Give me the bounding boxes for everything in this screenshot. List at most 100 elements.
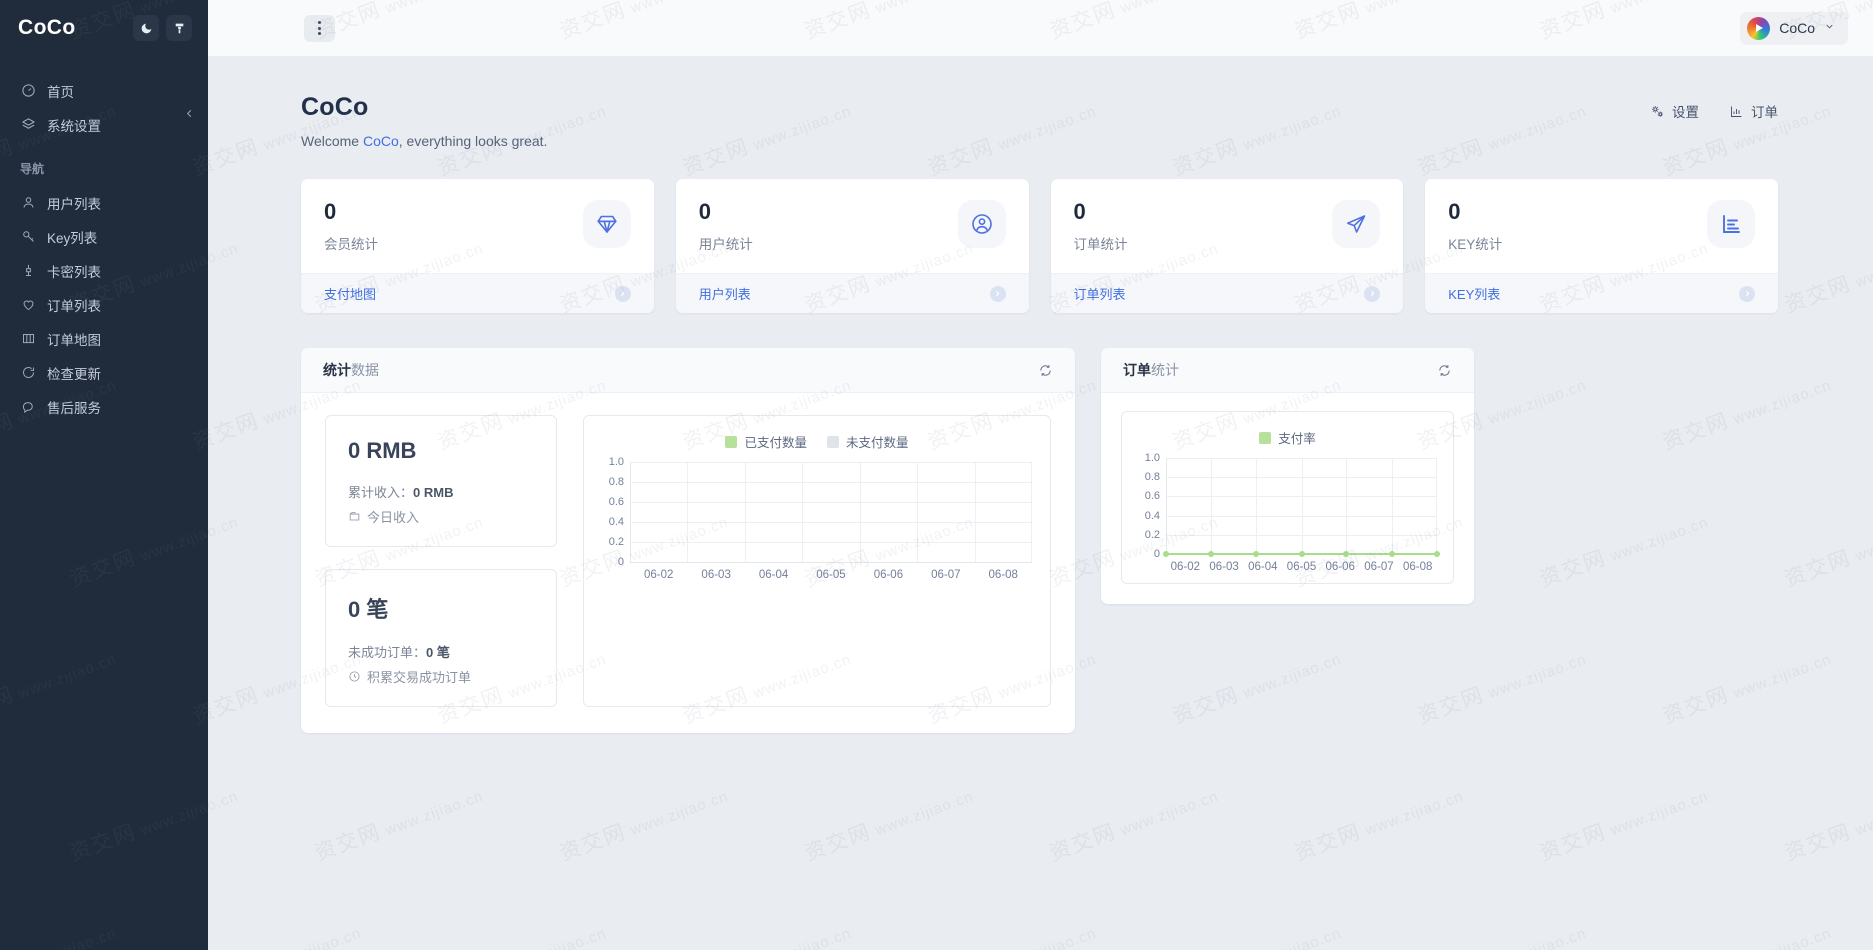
line-chart-plot: 1.0 0.8 0.6 0.4 0.2 0	[1134, 458, 1441, 554]
user-menu[interactable]: CoCo	[1740, 12, 1848, 45]
stat-card-orders: 0 订单统计 订单列表	[1051, 179, 1404, 313]
paint-brush-icon	[173, 22, 186, 35]
y-tick: 0.8	[1134, 471, 1160, 483]
x-tick: 06-04	[1243, 561, 1282, 573]
income-subtotal-value: 0 RMB	[413, 485, 453, 500]
legend-label: 支付率	[1278, 428, 1316, 447]
sidebar-item-system-settings[interactable]: 系统设置	[0, 108, 208, 141]
line-chart-legend: 支付率	[1134, 428, 1441, 447]
stat-card-body: 0 会员统计	[301, 179, 654, 273]
sidebar-item-label: 订单列表	[47, 295, 101, 315]
refresh-icon[interactable]	[1038, 363, 1053, 378]
x-tick: 06-08	[975, 569, 1032, 581]
stat-cards: 0 会员统计 支付地图 0 用户统计	[208, 149, 1873, 313]
orders-panel-title-rest: 统计	[1151, 362, 1179, 378]
line-chart-x-labels: 06-02 06-03 06-04 06-05 06-06 06-07 06-0…	[1166, 561, 1437, 573]
card-secret-icon	[20, 263, 36, 279]
line-chart-grid	[1166, 458, 1437, 554]
sidebar-item-check-update[interactable]: 检查更新	[0, 356, 208, 389]
welcome-suffix: , everything looks great.	[399, 133, 548, 149]
sidebar-group-label: 导航	[0, 142, 208, 186]
sidebar-item-label: 售后服务	[47, 397, 101, 417]
paper-plane-icon	[1332, 200, 1380, 248]
stat-card-members: 0 会员统计 支付地图	[301, 179, 654, 313]
stat-card-label: 订单统计	[1074, 233, 1128, 253]
refresh-icon[interactable]	[1437, 363, 1452, 378]
orders-statistics-panel: 订单统计 支付率 1	[1101, 348, 1474, 604]
stat-card-users: 0 用户统计 用户列表	[676, 179, 1029, 313]
statistics-tiles: 0 RMB 累计收入：0 RMB 今日收入 0 笔 未成功订单：0 笔	[325, 415, 557, 707]
sidebar-item-label: 用户列表	[47, 193, 101, 213]
x-tick: 06-02	[1166, 561, 1205, 573]
arrow-right-circle-icon[interactable]	[1739, 286, 1755, 302]
stat-card-body: 0 订单统计	[1051, 179, 1404, 273]
sidebar-header: CoCo	[0, 0, 208, 56]
orders-value: 0 笔	[348, 592, 534, 624]
sidebar-item-card-secret-list[interactable]: 卡密列表	[0, 254, 208, 287]
stat-card-label: 会员统计	[324, 233, 378, 253]
key-icon	[20, 229, 36, 245]
x-tick: 06-05	[802, 569, 859, 581]
stat-card-value: 0	[324, 200, 378, 223]
sidebar-item-home[interactable]: 首页	[0, 74, 208, 107]
welcome-actions: 设置 订单	[1650, 101, 1778, 121]
sidebar-item-key-list[interactable]: Key列表	[0, 220, 208, 253]
welcome-user-link[interactable]: CoCo	[363, 133, 399, 149]
x-tick: 06-03	[1205, 561, 1244, 573]
bar-chart-icon	[1729, 104, 1744, 119]
stat-card-footer: 订单列表	[1051, 273, 1404, 313]
x-tick: 06-04	[745, 569, 802, 581]
stat-card-link[interactable]: 用户列表	[699, 284, 751, 303]
layers-icon	[20, 117, 36, 133]
bar-chart-grid	[630, 462, 1032, 562]
statistics-panel-header: 统计数据	[301, 348, 1075, 393]
sidebar-item-order-list[interactable]: 订单列表	[0, 288, 208, 321]
x-tick: 06-02	[630, 569, 687, 581]
diamond-icon	[583, 200, 631, 248]
dashboard-icon	[20, 83, 36, 99]
theme-brush-button[interactable]	[166, 15, 192, 41]
orders-panel-header: 订单统计	[1101, 348, 1474, 393]
avatar	[1747, 17, 1770, 40]
orders-tile: 0 笔 未成功订单：0 笔 积累交易成功订单	[325, 569, 557, 707]
sidebar-item-label: 系统设置	[47, 115, 101, 135]
stat-card-footer: KEY列表	[1425, 273, 1778, 313]
legend-item-payrate[interactable]: 支付率	[1259, 428, 1316, 447]
statistics-panel-title-bold: 统计	[323, 362, 351, 378]
user-icon	[20, 195, 36, 211]
refresh-check-icon	[20, 365, 36, 381]
stat-card-link[interactable]: 支付地图	[324, 284, 376, 303]
orders-subtotal: 未成功订单：0 笔	[348, 642, 534, 661]
orders-panel-title: 订单统计	[1123, 360, 1179, 380]
stat-card-value: 0	[699, 200, 753, 223]
sidebar-item-order-map[interactable]: 订单地图	[0, 322, 208, 355]
arrow-right-circle-icon[interactable]	[990, 286, 1006, 302]
orders-action[interactable]: 订单	[1729, 101, 1778, 121]
legend-item-paid[interactable]: 已支付数量	[725, 432, 807, 451]
stat-card-text: 0 会员统计	[324, 200, 378, 253]
sidebar-item-label: Key列表	[47, 227, 97, 247]
main-content: CoCo Welcome CoCo, everything looks grea…	[208, 56, 1873, 950]
sidebar-item-after-sales[interactable]: 售后服务	[0, 390, 208, 423]
stat-card-text: 0 KEY统计	[1448, 200, 1502, 253]
settings-action-label: 设置	[1672, 101, 1699, 121]
legend-item-unpaid[interactable]: 未支付数量	[827, 432, 909, 451]
statistics-panel-title: 统计数据	[323, 360, 379, 380]
chevron-down-icon	[1824, 21, 1835, 35]
stat-card-link[interactable]: 订单列表	[1074, 284, 1126, 303]
stat-card-link[interactable]: KEY列表	[1448, 284, 1500, 303]
settings-action[interactable]: 设置	[1650, 101, 1699, 121]
sidebar-item-label: 卡密列表	[47, 261, 101, 281]
dark-mode-toggle[interactable]	[133, 15, 159, 41]
orders-note-label: 积累交易成功订单	[367, 667, 471, 686]
sidebar-item-user-list[interactable]: 用户列表	[0, 186, 208, 219]
y-tick: 0.6	[598, 496, 624, 508]
arrow-right-circle-icon[interactable]	[1364, 286, 1380, 302]
clock-icon	[348, 670, 361, 683]
stat-card-text: 0 订单统计	[1074, 200, 1128, 253]
bar-chart-plot: 1.0 0.8 0.6 0.4 0.2 0	[598, 462, 1036, 562]
header-menu-button[interactable]	[304, 15, 335, 42]
x-tick: 06-06	[860, 569, 917, 581]
legend-swatch	[1259, 432, 1271, 444]
arrow-right-circle-icon[interactable]	[615, 286, 631, 302]
